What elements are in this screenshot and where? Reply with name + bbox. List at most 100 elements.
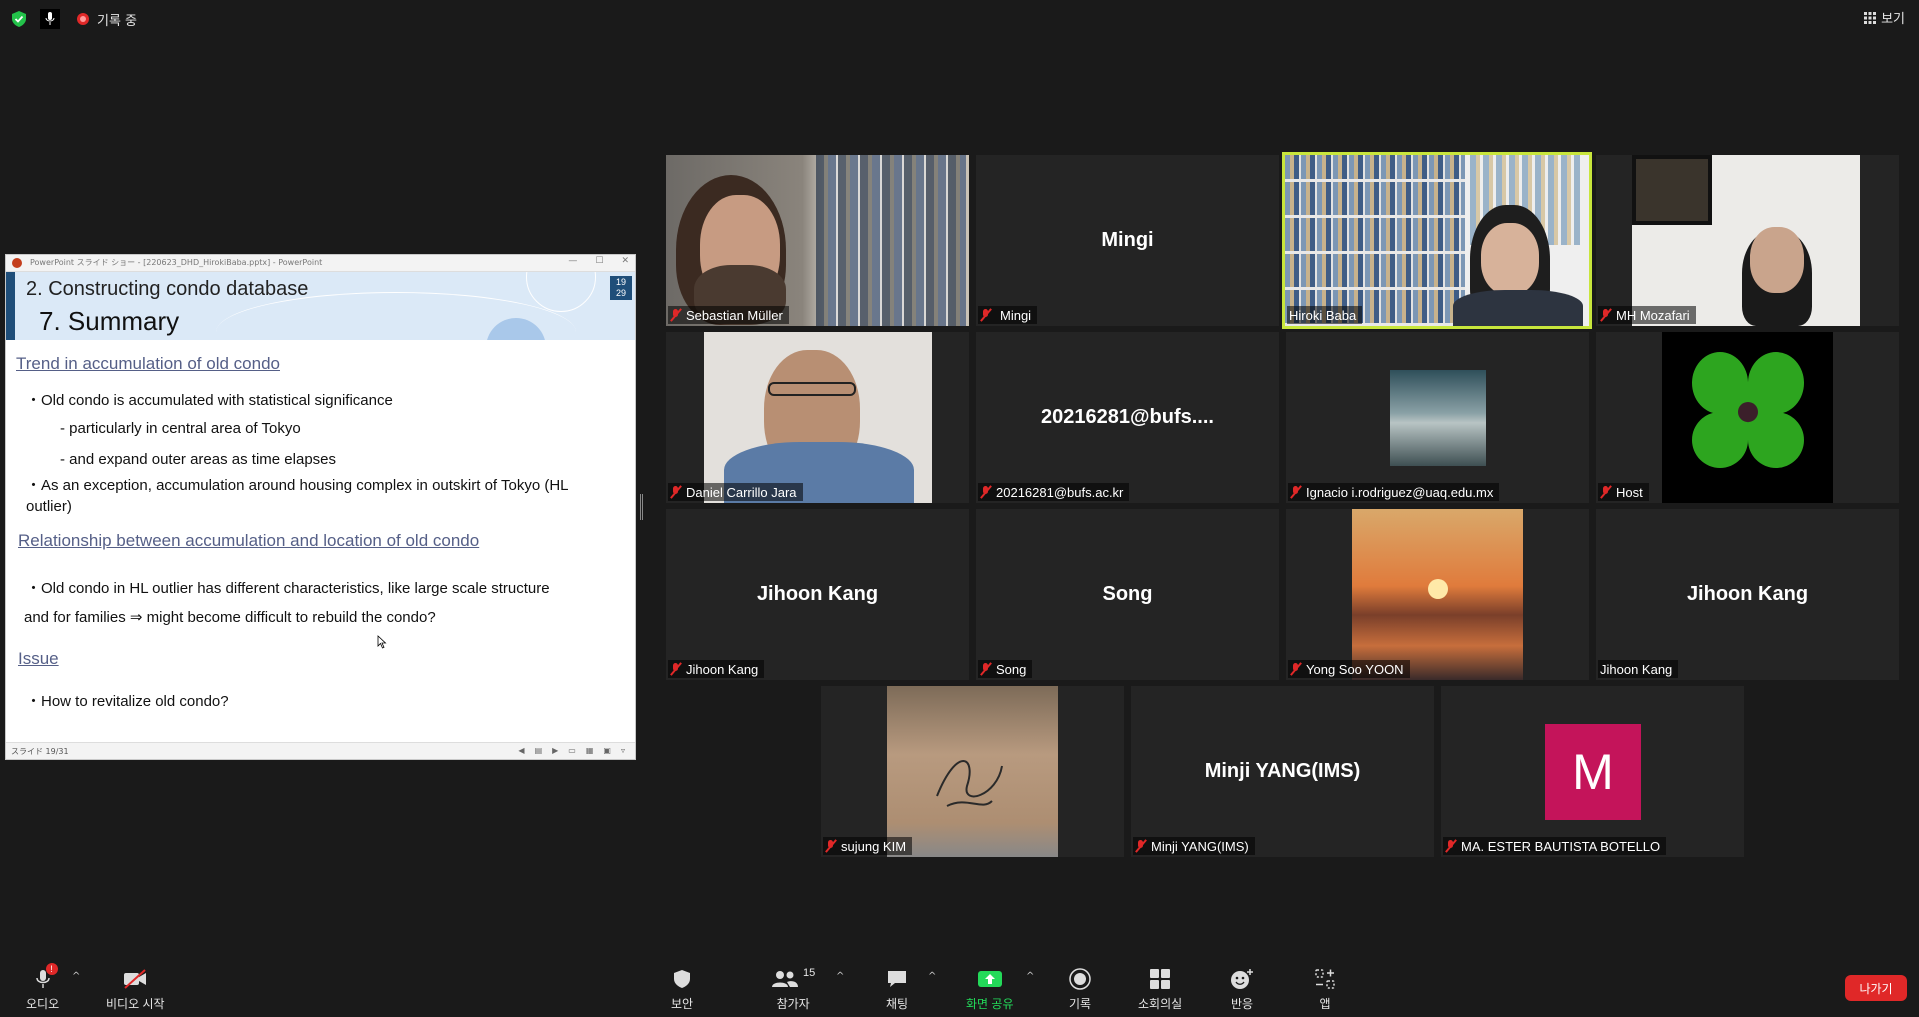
participant-tile[interactable]: 20216281@bufs.... 20216281@bufs.ac.kr	[976, 332, 1279, 503]
panel-splitter-handle[interactable]	[640, 494, 643, 520]
record-button[interactable]: 기록	[1069, 967, 1091, 1012]
breakout-rooms-button[interactable]: 소회의실	[1138, 967, 1182, 1012]
menu-icon[interactable]: ▤	[535, 746, 543, 755]
mic-muted-icon	[980, 662, 992, 676]
share-screen-button[interactable]: 화면 공유	[966, 967, 1014, 1012]
mic-muted-icon	[670, 308, 682, 322]
participant-display-name: Minji YANG(IMS)	[1204, 760, 1361, 782]
apps-icon	[1314, 967, 1336, 991]
share-options-caret[interactable]: ^	[1026, 971, 1034, 982]
participant-name-label: Ignacio i.rodriguez@uaq.edu.mx	[1288, 483, 1500, 501]
prev-slide-icon[interactable]: ◀	[518, 746, 524, 755]
participant-name-label: Song	[978, 660, 1033, 678]
participant-name-label: Host	[1598, 483, 1649, 501]
mic-muted-icon	[980, 485, 992, 499]
profile-photo-clover	[1662, 332, 1833, 503]
maximize-icon[interactable]: ☐	[595, 256, 603, 266]
microphone-icon[interactable]	[40, 9, 60, 29]
participant-tile[interactable]: Ignacio i.rodriguez@uaq.edu.mx	[1286, 332, 1589, 503]
slide-canvas[interactable]: 2. Constructing condo database 7. Summar…	[6, 272, 635, 743]
participant-tile[interactable]: M MA. ESTER BAUTISTA BOTELLO	[1441, 686, 1744, 857]
bullet-revitalize: ・How to revitalize old condo?	[26, 693, 229, 710]
audio-button[interactable]: ! 오디오	[26, 963, 60, 1012]
slide-number-bottom: 29	[615, 288, 626, 298]
profile-photo-sunset	[1352, 509, 1523, 680]
mic-muted-icon	[980, 308, 992, 322]
slide-number-badge: 19 29	[610, 276, 632, 300]
reactions-label: 반응	[1230, 997, 1254, 1011]
apps-label: 앱	[1319, 997, 1331, 1011]
mic-muted-icon	[1445, 839, 1457, 853]
slideshow-view-icon[interactable]: ▿	[621, 746, 625, 755]
mic-muted-icon	[1135, 839, 1147, 853]
participant-tile[interactable]: Jihoon Kang Jihoon Kang	[1596, 509, 1899, 680]
participant-tile[interactable]: Daniel Carrillo Jara	[666, 332, 969, 503]
bullet-exception: ・As an exception, accumulation around ho…	[26, 477, 568, 515]
bullet-hl-outlier-line2: and for families ⇒ might become difficul…	[24, 609, 436, 626]
slide-title-number: 7.	[39, 306, 61, 336]
header-accent-bar	[6, 272, 15, 340]
participant-tile[interactable]: Mingi Mingi	[976, 155, 1279, 326]
participant-display-name: 20216281@bufs....	[1041, 406, 1214, 428]
participants-button[interactable]: 15 참가자	[771, 967, 815, 1012]
participant-name-label: MH Mozafari	[1598, 306, 1696, 324]
ppt-window-title: PowerPoint スライド ショー - [220623_DHD_Hiroki…	[30, 258, 323, 267]
powerpoint-slideshow-window[interactable]: PowerPoint スライド ショー - [220623_DHD_Hiroki…	[5, 254, 636, 760]
apps-button[interactable]: 앱	[1314, 967, 1336, 1012]
chat-bubble-icon	[886, 967, 908, 991]
participant-tile[interactable]: MH Mozafari	[1596, 155, 1899, 326]
participants-icon: 15	[771, 967, 815, 991]
share-screen-label: 화면 공유	[966, 997, 1014, 1011]
participant-tile[interactable]: Yong Soo YOON	[1286, 509, 1589, 680]
mic-muted-icon	[825, 839, 837, 853]
heading-relationship: Relationship between accumulation and lo…	[18, 531, 480, 550]
slide-header-band: 2. Constructing condo database 7. Summar…	[6, 272, 635, 340]
bullet-accumulated: ・Old condo is accumulated with statistic…	[26, 392, 393, 409]
participant-tile[interactable]: sujung KIM	[821, 686, 1124, 857]
participant-tile[interactable]: Jihoon Kang Jihoon Kang	[666, 509, 969, 680]
mic-muted-icon	[1600, 308, 1612, 322]
participant-tile[interactable]: Host	[1596, 332, 1899, 503]
mic-muted-icon	[1290, 485, 1302, 499]
participant-tile[interactable]: Sebastian Müller	[666, 155, 969, 326]
participant-display-name: Jihoon Kang	[1686, 583, 1809, 605]
leave-meeting-button[interactable]: 나가기	[1845, 975, 1907, 1001]
recording-dot-icon	[74, 10, 92, 28]
slide-counter: スライド 19/31	[11, 747, 69, 756]
reactions-button[interactable]: 반응	[1230, 967, 1254, 1012]
reading-view-icon[interactable]: ▣	[603, 746, 611, 755]
next-slide-icon[interactable]: ▶	[552, 746, 558, 755]
participants-options-caret[interactable]: ^	[836, 971, 844, 982]
heading-issue: Issue	[18, 649, 59, 668]
bullet-hl-outlier-line1: ・Old condo in HL outlier has different c…	[26, 580, 550, 597]
sorter-view-icon[interactable]: ▦	[586, 746, 594, 755]
participant-tile-active-speaker[interactable]: Hiroki Baba	[1282, 152, 1592, 329]
recording-label[interactable]: 기록 중	[97, 10, 137, 29]
participant-name-label: Minji YANG(IMS)	[1133, 837, 1255, 855]
minimize-icon[interactable]: —	[568, 256, 577, 266]
participant-name-label: Mingi	[978, 306, 1038, 324]
video-feed-bookshelf-speaker	[1285, 155, 1589, 326]
participant-tile[interactable]: Song Song	[976, 509, 1279, 680]
audio-options-caret[interactable]: ^	[72, 971, 80, 982]
meeting-controls-toolbar: ! 오디오 ^ 비디오 시작 보안 15 참가자 ^ 채팅 ^ 화면 공유 ^ …	[0, 957, 1919, 1017]
audio-warning-badge: !	[45, 963, 58, 975]
record-icon	[1069, 967, 1091, 991]
shield-check-icon[interactable]	[10, 10, 28, 28]
ppt-title-bar[interactable]: PowerPoint スライド ショー - [220623_DHD_Hiroki…	[6, 255, 635, 272]
breakout-rooms-label: 소회의실	[1138, 997, 1183, 1011]
audio-label: 오디오	[26, 997, 60, 1011]
participant-display-name: Jihoon Kang	[756, 583, 879, 605]
video-feed-office-man	[1632, 155, 1860, 326]
slide-number-top: 19	[615, 277, 626, 287]
security-button[interactable]: 보안	[671, 967, 693, 1012]
close-icon[interactable]: ✕	[621, 256, 629, 266]
slide-title: 7. Summary	[39, 306, 179, 337]
participant-name-label: Jihoon Kang	[1598, 660, 1679, 678]
start-video-button[interactable]: 비디오 시작	[106, 967, 165, 1012]
chat-button[interactable]: 채팅	[886, 967, 908, 1012]
chat-options-caret[interactable]: ^	[928, 971, 936, 982]
view-button[interactable]: 보기	[1864, 8, 1905, 27]
participant-tile[interactable]: Minji YANG(IMS) Minji YANG(IMS)	[1131, 686, 1434, 857]
normal-view-icon[interactable]: ▭	[568, 746, 576, 755]
